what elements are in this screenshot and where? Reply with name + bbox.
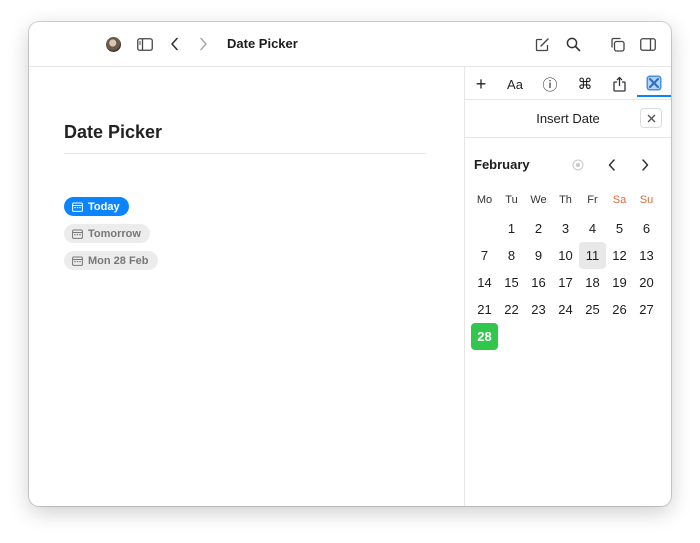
calendar-icon bbox=[72, 202, 83, 212]
calendar-day[interactable]: 22 bbox=[498, 296, 525, 323]
calendar-day[interactable]: 15 bbox=[498, 269, 525, 296]
calendar-week: 14 15 16 17 18 19 20 bbox=[471, 269, 660, 296]
calendar-day[interactable]: 25 bbox=[579, 296, 606, 323]
window-title: Date Picker bbox=[227, 36, 298, 51]
calendar-week: 1 2 3 4 5 6 bbox=[471, 215, 660, 242]
date-chip-tomorrow[interactable]: Tomorrow bbox=[64, 224, 150, 243]
calendar-day bbox=[606, 323, 633, 350]
calendar-day[interactable]: 16 bbox=[525, 269, 552, 296]
calendar-day[interactable]: 7 bbox=[471, 242, 498, 269]
weekday-label: Tu bbox=[505, 194, 518, 206]
document-title[interactable]: Date Picker bbox=[64, 122, 162, 143]
calendar-day bbox=[579, 323, 606, 350]
calendar-day[interactable]: 19 bbox=[606, 269, 633, 296]
calendar-week: 28 bbox=[471, 323, 660, 350]
calendar-day[interactable]: 21 bbox=[471, 296, 498, 323]
command-icon[interactable]: ⌘ bbox=[574, 73, 596, 95]
calendar-day[interactable]: 3 bbox=[552, 215, 579, 242]
weekday-label: Su bbox=[639, 194, 654, 206]
calendar-day[interactable]: 18 bbox=[579, 269, 606, 296]
chip-label: Today bbox=[88, 200, 120, 213]
weekday-label: Mo bbox=[476, 194, 493, 206]
right-sidebar-icon[interactable] bbox=[638, 34, 658, 54]
calendar-day-selected[interactable]: 28 bbox=[471, 323, 498, 350]
toolbar: Date Picker bbox=[29, 22, 671, 67]
inspector-sidebar: + Aa ⓘ ⌘ Insert Date February Mo Tu We T… bbox=[464, 67, 671, 506]
sidebar-toggle-icon[interactable] bbox=[135, 34, 155, 54]
text-format-icon[interactable]: Aa bbox=[504, 73, 526, 95]
calendar-day[interactable]: 12 bbox=[606, 242, 633, 269]
calendar-day[interactable]: 20 bbox=[633, 269, 660, 296]
calendar-day bbox=[498, 323, 525, 350]
weekday-label: We bbox=[530, 194, 547, 206]
calendar-day bbox=[471, 215, 498, 242]
info-icon[interactable]: ⓘ bbox=[539, 73, 561, 95]
calendar-day[interactable]: 23 bbox=[525, 296, 552, 323]
calendar-day[interactable]: 2 bbox=[525, 215, 552, 242]
calendar-day[interactable]: 8 bbox=[498, 242, 525, 269]
avatar[interactable] bbox=[106, 37, 121, 52]
calendar-day[interactable]: 6 bbox=[633, 215, 660, 242]
calendar-day[interactable]: 1 bbox=[498, 215, 525, 242]
previous-month-icon[interactable] bbox=[604, 157, 620, 173]
date-chip-mon-28-feb[interactable]: Mon 28 Feb bbox=[64, 251, 158, 270]
calendar-day bbox=[552, 323, 579, 350]
compose-icon[interactable] bbox=[532, 34, 552, 54]
forward-icon[interactable] bbox=[193, 34, 213, 54]
calendar-day bbox=[633, 323, 660, 350]
windows-icon[interactable] bbox=[607, 34, 627, 54]
calendar-day[interactable]: 10 bbox=[552, 242, 579, 269]
title-divider bbox=[64, 153, 426, 154]
calendar-day[interactable]: 13 bbox=[633, 242, 660, 269]
next-month-icon[interactable] bbox=[637, 157, 653, 173]
weekday-label: Sa bbox=[612, 194, 627, 206]
calendar-day bbox=[525, 323, 552, 350]
chip-label: Mon 28 Feb bbox=[88, 254, 149, 267]
search-icon[interactable] bbox=[563, 34, 583, 54]
calendar-week: 21 22 23 24 25 26 27 bbox=[471, 296, 660, 323]
calendar-day[interactable]: 17 bbox=[552, 269, 579, 296]
app-window: Date Picker Date Picker Today Tomorrow M… bbox=[29, 22, 671, 506]
weekday-label: Fr bbox=[587, 194, 598, 206]
calendar-week: 7 8 9 10 11 12 13 bbox=[471, 242, 660, 269]
weekday-header: Mo Tu We Th Fr Sa Su bbox=[471, 189, 660, 211]
plus-icon[interactable]: + bbox=[470, 73, 492, 95]
back-icon[interactable] bbox=[165, 34, 185, 54]
calendar-day[interactable]: 5 bbox=[606, 215, 633, 242]
share-icon[interactable] bbox=[608, 73, 630, 95]
plugin-icon[interactable] bbox=[637, 71, 671, 97]
date-chip-today[interactable]: Today bbox=[64, 197, 129, 216]
calendar-grid: Mo Tu We Th Fr Sa Su 1 2 3 4 5 6 7 8 9 1… bbox=[471, 189, 660, 350]
editor-area[interactable]: Date Picker Today Tomorrow Mon 28 Feb bbox=[29, 67, 464, 506]
calendar-day-highlighted[interactable]: 11 bbox=[579, 242, 606, 269]
today-dot-icon[interactable] bbox=[570, 157, 586, 173]
calendar-day[interactable]: 9 bbox=[525, 242, 552, 269]
calendar-day[interactable]: 14 bbox=[471, 269, 498, 296]
calendar-icon bbox=[72, 256, 83, 266]
panel-header: Insert Date bbox=[465, 100, 671, 138]
close-icon bbox=[647, 114, 655, 122]
calendar-day[interactable]: 27 bbox=[633, 296, 660, 323]
chip-label: Tomorrow bbox=[88, 227, 141, 240]
close-button[interactable] bbox=[640, 108, 662, 128]
calendar-icon bbox=[72, 229, 83, 239]
calendar-day[interactable]: 4 bbox=[579, 215, 606, 242]
month-label: February bbox=[474, 157, 530, 172]
calendar-day[interactable]: 26 bbox=[606, 296, 633, 323]
calendar-day[interactable]: 24 bbox=[552, 296, 579, 323]
sidebar-tabs: + Aa ⓘ ⌘ bbox=[465, 67, 671, 100]
weekday-label: Th bbox=[559, 194, 572, 206]
